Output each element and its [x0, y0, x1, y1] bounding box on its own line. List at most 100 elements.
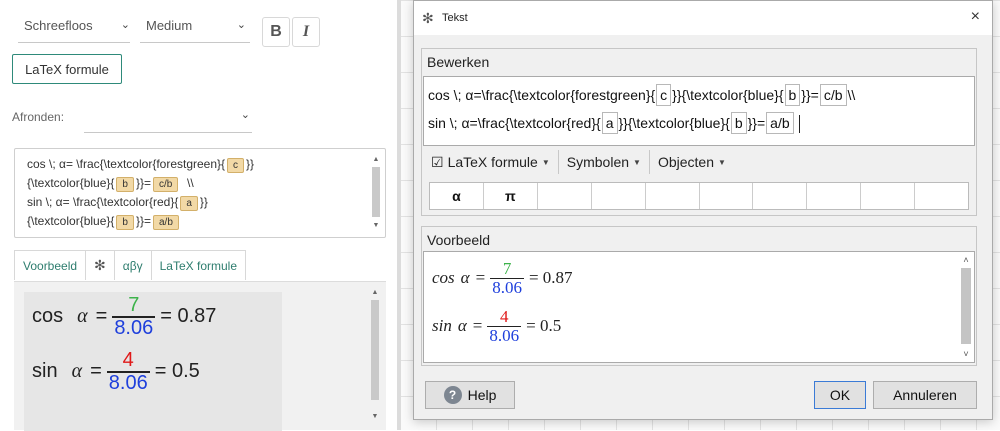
- cos-fraction: 7 8.06: [490, 260, 524, 297]
- preview-area: cos α = 7 8.06 = 0.87 sin α = 4 8.06 = 0…: [14, 281, 386, 431]
- scroll-down-icon[interactable]: ▼: [370, 412, 380, 422]
- object-box-b[interactable]: b: [784, 84, 801, 106]
- equals-sign: =: [475, 268, 486, 288]
- scroll-up-icon[interactable]: ˄: [960, 254, 972, 266]
- symbol-cell[interactable]: [915, 183, 968, 209]
- object-chip-a[interactable]: a: [180, 196, 198, 211]
- editor-tabs: Voorbeeld ✻ αβγ LaTeX formule: [14, 250, 246, 280]
- tab-objects[interactable]: ✻: [86, 250, 115, 280]
- ok-button[interactable]: OK: [814, 381, 866, 409]
- scrollbar-thumb[interactable]: [372, 167, 380, 217]
- editor-scrollbar[interactable]: ▲ ▼: [371, 155, 381, 231]
- symbol-cell[interactable]: [646, 183, 700, 209]
- symbol-pi[interactable]: π: [484, 183, 538, 209]
- object-chip-c[interactable]: c: [227, 158, 245, 173]
- shape-icon: ✻: [94, 257, 106, 273]
- cos-result: = 0.87: [528, 268, 573, 288]
- preview-legend: Voorbeeld: [427, 232, 491, 248]
- latex-formula-toggle[interactable]: LaTeX formule: [12, 54, 122, 84]
- editor-text: }}: [199, 195, 208, 209]
- symbols-menu[interactable]: Symbolen ▼: [559, 150, 649, 174]
- chevron-down-icon: ⌄: [236, 19, 246, 31]
- object-chip-b[interactable]: b: [116, 177, 134, 192]
- chevron-down-icon: ▼: [633, 157, 641, 167]
- preview-scrollbar[interactable]: ▲ ▼: [370, 288, 380, 422]
- preview-cos-formula: cos α = 7 8.06 = 0.87: [32, 295, 216, 339]
- help-label: Help: [467, 387, 497, 403]
- edit-legend: Bewerken: [427, 54, 490, 70]
- symbol-cell[interactable]: [807, 183, 862, 209]
- code-text: \\: [847, 87, 856, 103]
- object-box-b[interactable]: b: [730, 112, 747, 134]
- latex-input[interactable]: cos \; α=\frac{\textcolor{forestgreen}{c…: [423, 76, 975, 146]
- symbol-cell[interactable]: [753, 183, 808, 209]
- font-family-select[interactable]: Schreefloos ⌄: [24, 18, 130, 38]
- object-chip-cb[interactable]: c/b: [153, 177, 179, 192]
- cos-fraction: 7 8.06: [112, 294, 156, 339]
- font-family-value: Schreefloos: [24, 18, 93, 33]
- cos-word: cos: [32, 305, 64, 328]
- cos-numerator: 7: [128, 294, 140, 316]
- dialog-preview-scrollbar[interactable]: ˄ ˅: [960, 254, 972, 360]
- code-text: }}{\textcolor{blue}{: [618, 115, 730, 131]
- latex-editor[interactable]: cos \; α= \frac{\textcolor{forestgreen}{…: [14, 148, 386, 238]
- italic-button[interactable]: I: [292, 17, 320, 47]
- tab-latex-formula[interactable]: LaTeX formule: [151, 250, 246, 280]
- rounding-select[interactable]: ⌄: [84, 108, 250, 128]
- checkbox-icon[interactable]: ☑: [431, 154, 444, 171]
- divider: [140, 42, 250, 43]
- tab-voorbeeld[interactable]: Voorbeeld: [14, 250, 87, 280]
- bold-button[interactable]: B: [262, 17, 290, 47]
- symbol-cell[interactable]: [861, 183, 916, 209]
- symbol-cell[interactable]: [538, 183, 592, 209]
- close-button[interactable]: ×: [971, 8, 980, 26]
- object-box-ab[interactable]: a/b: [766, 112, 794, 134]
- code-text: }}=: [747, 115, 766, 131]
- sin-word: sin: [32, 360, 58, 383]
- symbol-alpha[interactable]: α: [430, 183, 484, 209]
- font-size-select[interactable]: Medium ⌄: [146, 18, 246, 38]
- cos-word: cos: [432, 268, 455, 288]
- scroll-up-icon[interactable]: ▲: [371, 155, 381, 165]
- symbol-cell[interactable]: [592, 183, 646, 209]
- object-box-c[interactable]: c: [656, 84, 672, 106]
- editor-text: }}=: [135, 214, 151, 228]
- object-chip-b[interactable]: b: [116, 215, 134, 230]
- scroll-up-icon[interactable]: ▲: [370, 288, 380, 298]
- code-line-2: sin \; α=\frac{\textcolor{red}{a}}{\text…: [428, 109, 974, 137]
- chevron-down-icon: ⌄: [120, 19, 130, 31]
- chevron-down-icon[interactable]: ▼: [542, 158, 550, 167]
- code-text: cos \; α=\frac{\textcolor{forestgreen}{: [428, 87, 656, 103]
- cos-denominator: 8.06: [114, 316, 154, 339]
- scroll-down-icon[interactable]: ▼: [371, 221, 381, 231]
- panel-splitter[interactable]: [397, 0, 401, 430]
- preview-sin-formula: sin α = 4 8.06 = 0.5: [32, 350, 200, 394]
- latex-formula-label: LaTeX formule: [447, 154, 538, 170]
- divider: [84, 132, 252, 133]
- editor-text: {\textcolor{blue}{: [27, 176, 115, 190]
- help-button[interactable]: ? Help: [425, 381, 515, 409]
- dialog-preview: cos α = 7 8.06 = 0.87 sin α = 4 8.06 = 0…: [423, 251, 975, 363]
- cancel-button[interactable]: Annuleren: [873, 381, 977, 409]
- object-box-cb[interactable]: c/b: [819, 84, 847, 106]
- objects-menu[interactable]: Objecten ▼: [650, 150, 734, 174]
- scrollbar-thumb[interactable]: [961, 268, 971, 344]
- latex-formula-checkbox[interactable]: ☑ LaTeX formule ▼: [423, 150, 558, 174]
- object-chip-ab[interactable]: a/b: [153, 215, 179, 230]
- cos-denominator: 8.06: [492, 277, 522, 297]
- scroll-down-icon[interactable]: ˅: [960, 348, 972, 360]
- text-tool-icon: ✻: [422, 10, 434, 26]
- object-box-a[interactable]: a: [601, 112, 618, 134]
- help-icon: ?: [443, 386, 462, 404]
- editor-text: \\: [187, 176, 194, 190]
- rounding-label: Afronden:: [12, 110, 65, 124]
- symbol-cell[interactable]: [700, 183, 754, 209]
- editor-text: sin \; α= \frac{\textcolor{red}{: [27, 195, 179, 209]
- editor-line: {\textcolor{blue}{b}}= a/b: [27, 212, 371, 231]
- code-text: }}{\textcolor{blue}{: [672, 87, 784, 103]
- scrollbar-thumb[interactable]: [371, 300, 379, 400]
- alpha-symbol: α: [71, 360, 83, 383]
- editor-text: }}: [246, 157, 255, 171]
- sin-fraction: 4 8.06: [106, 350, 150, 394]
- tab-greek[interactable]: αβγ: [114, 250, 152, 280]
